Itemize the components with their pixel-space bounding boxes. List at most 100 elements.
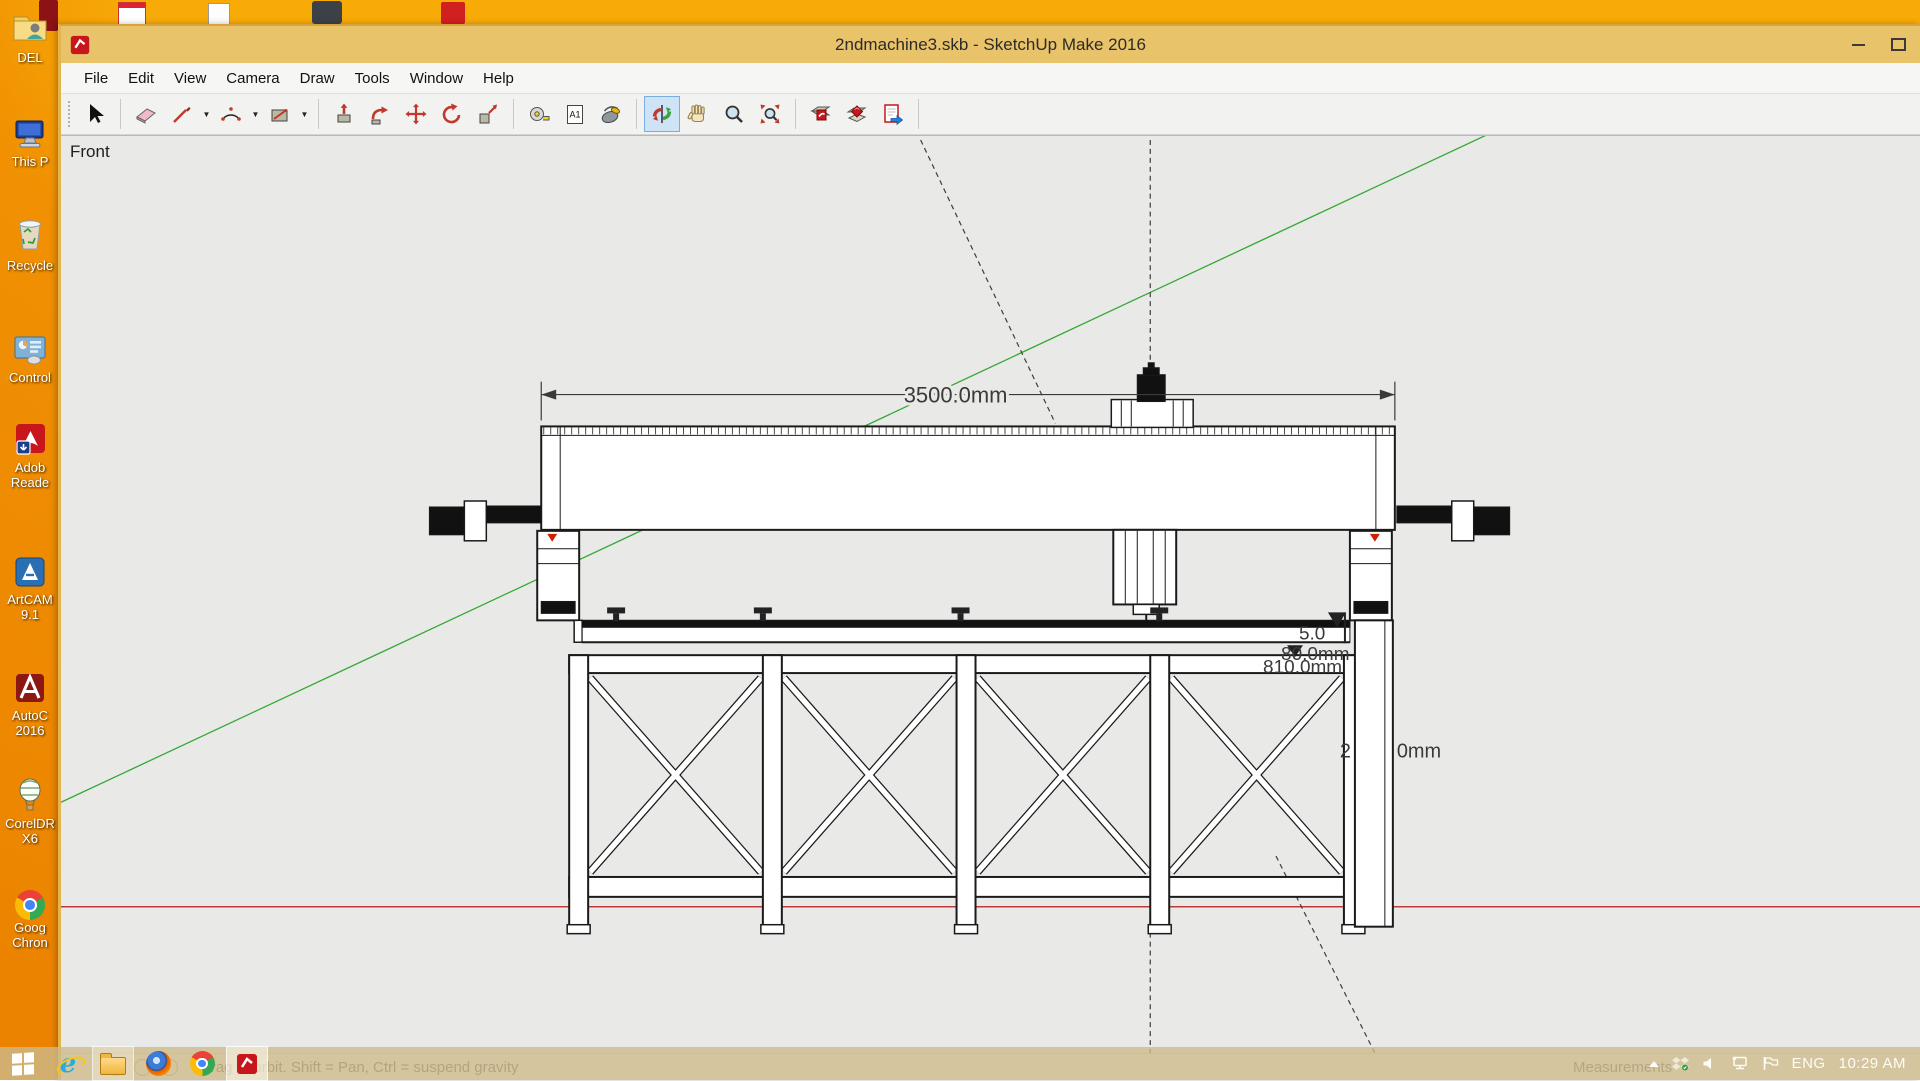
desktop-icon-coreldraw[interactable]: CorelDR X6 xyxy=(2,776,58,846)
start-button[interactable] xyxy=(0,1047,46,1080)
move-tool-button[interactable] xyxy=(398,96,434,132)
scale-icon xyxy=(476,102,500,126)
titlebar[interactable]: 2ndmachine3.skb - SketchUp Make 2016 xyxy=(61,26,1920,63)
pencil-icon xyxy=(170,102,194,126)
system-tray: ENG 10:29 AM xyxy=(1649,1055,1920,1072)
menu-camera[interactable]: Camera xyxy=(216,66,289,91)
eraser-tool-button[interactable] xyxy=(128,96,164,132)
send-to-layout-icon xyxy=(881,102,905,126)
text-tool-button[interactable]: A1 xyxy=(557,96,593,132)
zoom-tool-button[interactable] xyxy=(716,96,752,132)
toolbar-drag-handle[interactable] xyxy=(67,100,72,128)
line-tool-dropdown[interactable]: ▼ xyxy=(200,97,213,131)
follow-me-tool-button[interactable] xyxy=(362,96,398,132)
taskbar-sketchup[interactable] xyxy=(226,1046,268,1081)
toolbar: ▼ ▼ ▼ xyxy=(61,94,1920,135)
arc-tool-button[interactable] xyxy=(213,96,249,132)
menu-file[interactable]: File xyxy=(74,66,118,91)
menu-draw[interactable]: Draw xyxy=(290,66,345,91)
3d-warehouse-icon xyxy=(809,102,833,126)
dimension-width-label: 3500.0mm xyxy=(904,383,1008,408)
desktop-icon-recycle-bin[interactable]: Recycle xyxy=(2,214,58,273)
svg-text:A1: A1 xyxy=(569,110,580,120)
menubar: File Edit View Camera Draw Tools Window … xyxy=(61,63,1920,94)
pan-hand-icon xyxy=(686,102,710,126)
sketchup-window: 2ndmachine3.skb - SketchUp Make 2016 Fil… xyxy=(58,24,1920,1080)
model-viewport[interactable]: Front xyxy=(61,135,1920,1053)
menu-window[interactable]: Window xyxy=(400,66,473,91)
3d-warehouse-button[interactable] xyxy=(803,96,839,132)
taskbar: e ENG 10:29 AM xyxy=(0,1047,1920,1080)
model-scene: 3500.0mm 5.0 80.0mm 810.0mm 2 0mm xyxy=(61,136,1920,1053)
internet-explorer-icon: e xyxy=(60,1051,77,1077)
computer-icon xyxy=(10,114,50,154)
orbit-tool-button[interactable] xyxy=(644,96,680,132)
language-indicator[interactable]: ENG xyxy=(1792,1055,1826,1072)
dimension-h2-label: 810.0mm xyxy=(1263,657,1342,678)
desktop-icon-this-pc[interactable]: This P xyxy=(2,114,58,169)
select-arrow-icon xyxy=(83,102,107,126)
chrome-icon xyxy=(15,890,45,920)
rectangle-icon xyxy=(268,102,292,126)
file-explorer-icon xyxy=(100,1057,126,1075)
desktop-icon-adobe-reader[interactable]: Adob Reade xyxy=(2,420,58,490)
line-tool-button[interactable] xyxy=(164,96,200,132)
dimension-small-label: 5.0 xyxy=(1299,623,1325,644)
rectangle-tool-button[interactable] xyxy=(262,96,298,132)
send-to-layout-button[interactable] xyxy=(875,96,911,132)
window-title: 2ndmachine3.skb - SketchUp Make 2016 xyxy=(61,35,1920,55)
menu-edit[interactable]: Edit xyxy=(118,66,164,91)
arc-tool-dropdown[interactable]: ▼ xyxy=(249,97,262,131)
view-name-label: Front xyxy=(70,142,110,162)
tape-measure-icon xyxy=(527,102,551,126)
dropbox-icon[interactable] xyxy=(1672,1056,1689,1071)
desktop-icon-artcam[interactable]: ArtCAM 9.1 xyxy=(2,552,58,622)
paint-bucket-tool-button[interactable] xyxy=(593,96,629,132)
artcam-icon xyxy=(10,552,50,592)
firefox-icon xyxy=(146,1051,171,1076)
network-icon[interactable] xyxy=(1730,1056,1749,1071)
extension-warehouse-button[interactable] xyxy=(839,96,875,132)
scale-tool-button[interactable] xyxy=(470,96,506,132)
coreldraw-balloon-icon xyxy=(10,776,50,816)
rotate-tool-button[interactable] xyxy=(434,96,470,132)
text-icon: A1 xyxy=(563,102,587,126)
arc-icon xyxy=(219,102,243,126)
menu-tools[interactable]: Tools xyxy=(345,66,400,91)
taskbar-internet-explorer[interactable]: e xyxy=(48,1047,88,1080)
control-panel-icon xyxy=(10,330,50,370)
dimension-col-left-fragment: 2 xyxy=(1340,741,1351,763)
shared-folder-icon xyxy=(10,8,50,50)
desktop-icon-google-chrome[interactable]: Goog Chron xyxy=(2,890,58,950)
desktop-icon-del-folder[interactable]: DEL xyxy=(2,8,58,65)
menu-view[interactable]: View xyxy=(164,66,216,91)
taskbar-file-explorer[interactable] xyxy=(92,1046,134,1081)
action-center-flag-icon[interactable] xyxy=(1762,1056,1779,1071)
eraser-icon xyxy=(134,102,158,126)
maximize-button[interactable] xyxy=(1891,38,1906,51)
push-pull-tool-button[interactable] xyxy=(326,96,362,132)
chrome-icon xyxy=(190,1051,215,1076)
partial-desktop-icon xyxy=(118,2,146,26)
desktop-icon-autocad[interactable]: AutoC 2016 xyxy=(2,668,58,738)
select-tool-button[interactable] xyxy=(77,96,113,132)
tape-measure-tool-button[interactable] xyxy=(521,96,557,132)
pan-tool-button[interactable] xyxy=(680,96,716,132)
volume-icon[interactable] xyxy=(1702,1056,1717,1071)
zoom-extents-button[interactable] xyxy=(752,96,788,132)
partial-desktop-icon xyxy=(208,3,230,26)
partial-desktop-icon xyxy=(312,1,342,24)
rectangle-tool-dropdown[interactable]: ▼ xyxy=(298,97,311,131)
push-pull-icon xyxy=(332,102,356,126)
menu-help[interactable]: Help xyxy=(473,66,524,91)
show-hidden-icons-chevron[interactable] xyxy=(1649,1061,1659,1067)
clock[interactable]: 10:29 AM xyxy=(1839,1055,1906,1072)
windows-logo-icon xyxy=(12,1052,34,1076)
minimize-button[interactable] xyxy=(1852,44,1865,46)
taskbar-firefox[interactable] xyxy=(138,1047,178,1080)
autocad-icon xyxy=(10,668,50,708)
taskbar-chrome[interactable] xyxy=(182,1047,222,1080)
follow-me-icon xyxy=(368,102,392,126)
desktop-icon-control-panel[interactable]: Control xyxy=(2,330,58,385)
extension-warehouse-icon xyxy=(845,102,869,126)
